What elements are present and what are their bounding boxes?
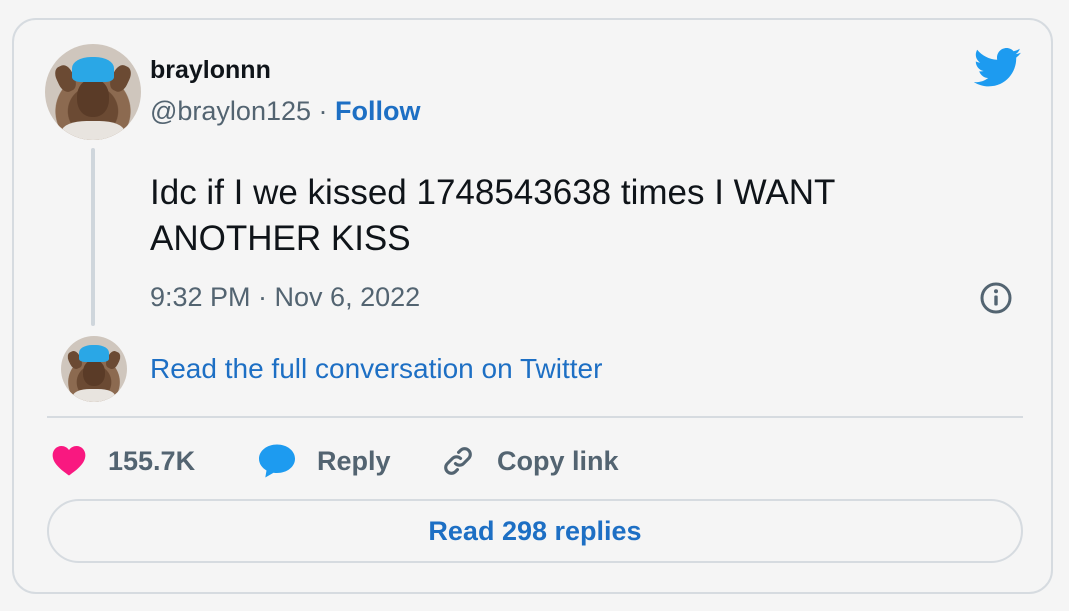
read-replies-button[interactable]: Read 298 replies — [47, 499, 1023, 563]
divider — [47, 416, 1023, 418]
tweet-text: Idc if I we kissed 1748543638 times I WA… — [150, 173, 835, 258]
reply-label: Reply — [317, 445, 391, 476]
read-full-conversation-link[interactable]: Read the full conversation on Twitter — [150, 353, 602, 385]
link-icon — [444, 447, 472, 475]
conversation-avatar[interactable] — [61, 336, 127, 402]
speech-bubble-icon — [259, 444, 295, 478]
reply-button[interactable]: Reply — [259, 440, 391, 482]
thread-line — [91, 148, 95, 326]
author-handle-row: @braylon125 · Follow — [150, 96, 421, 127]
follow-link[interactable]: Follow — [335, 96, 420, 126]
like-button[interactable]: 155.7K — [52, 440, 195, 482]
tweet-timestamp[interactable]: 9:32 PM · Nov 6, 2022 — [150, 282, 420, 313]
handle-separator: · — [318, 96, 328, 126]
copy-link-button[interactable]: Copy link — [441, 440, 619, 482]
twitter-bird-icon[interactable] — [974, 48, 1022, 88]
author-handle[interactable]: @braylon125 — [150, 96, 311, 126]
author-display-name[interactable]: braylonnn — [150, 56, 271, 85]
like-count: 155.7K — [108, 445, 196, 476]
tweet-embed-card: braylonnn @braylon125 · Follow Idc if I … — [12, 18, 1053, 594]
copy-link-label: Copy link — [497, 445, 619, 476]
author-avatar[interactable] — [45, 44, 141, 140]
heart-icon — [52, 446, 86, 476]
info-icon[interactable] — [979, 281, 1013, 315]
